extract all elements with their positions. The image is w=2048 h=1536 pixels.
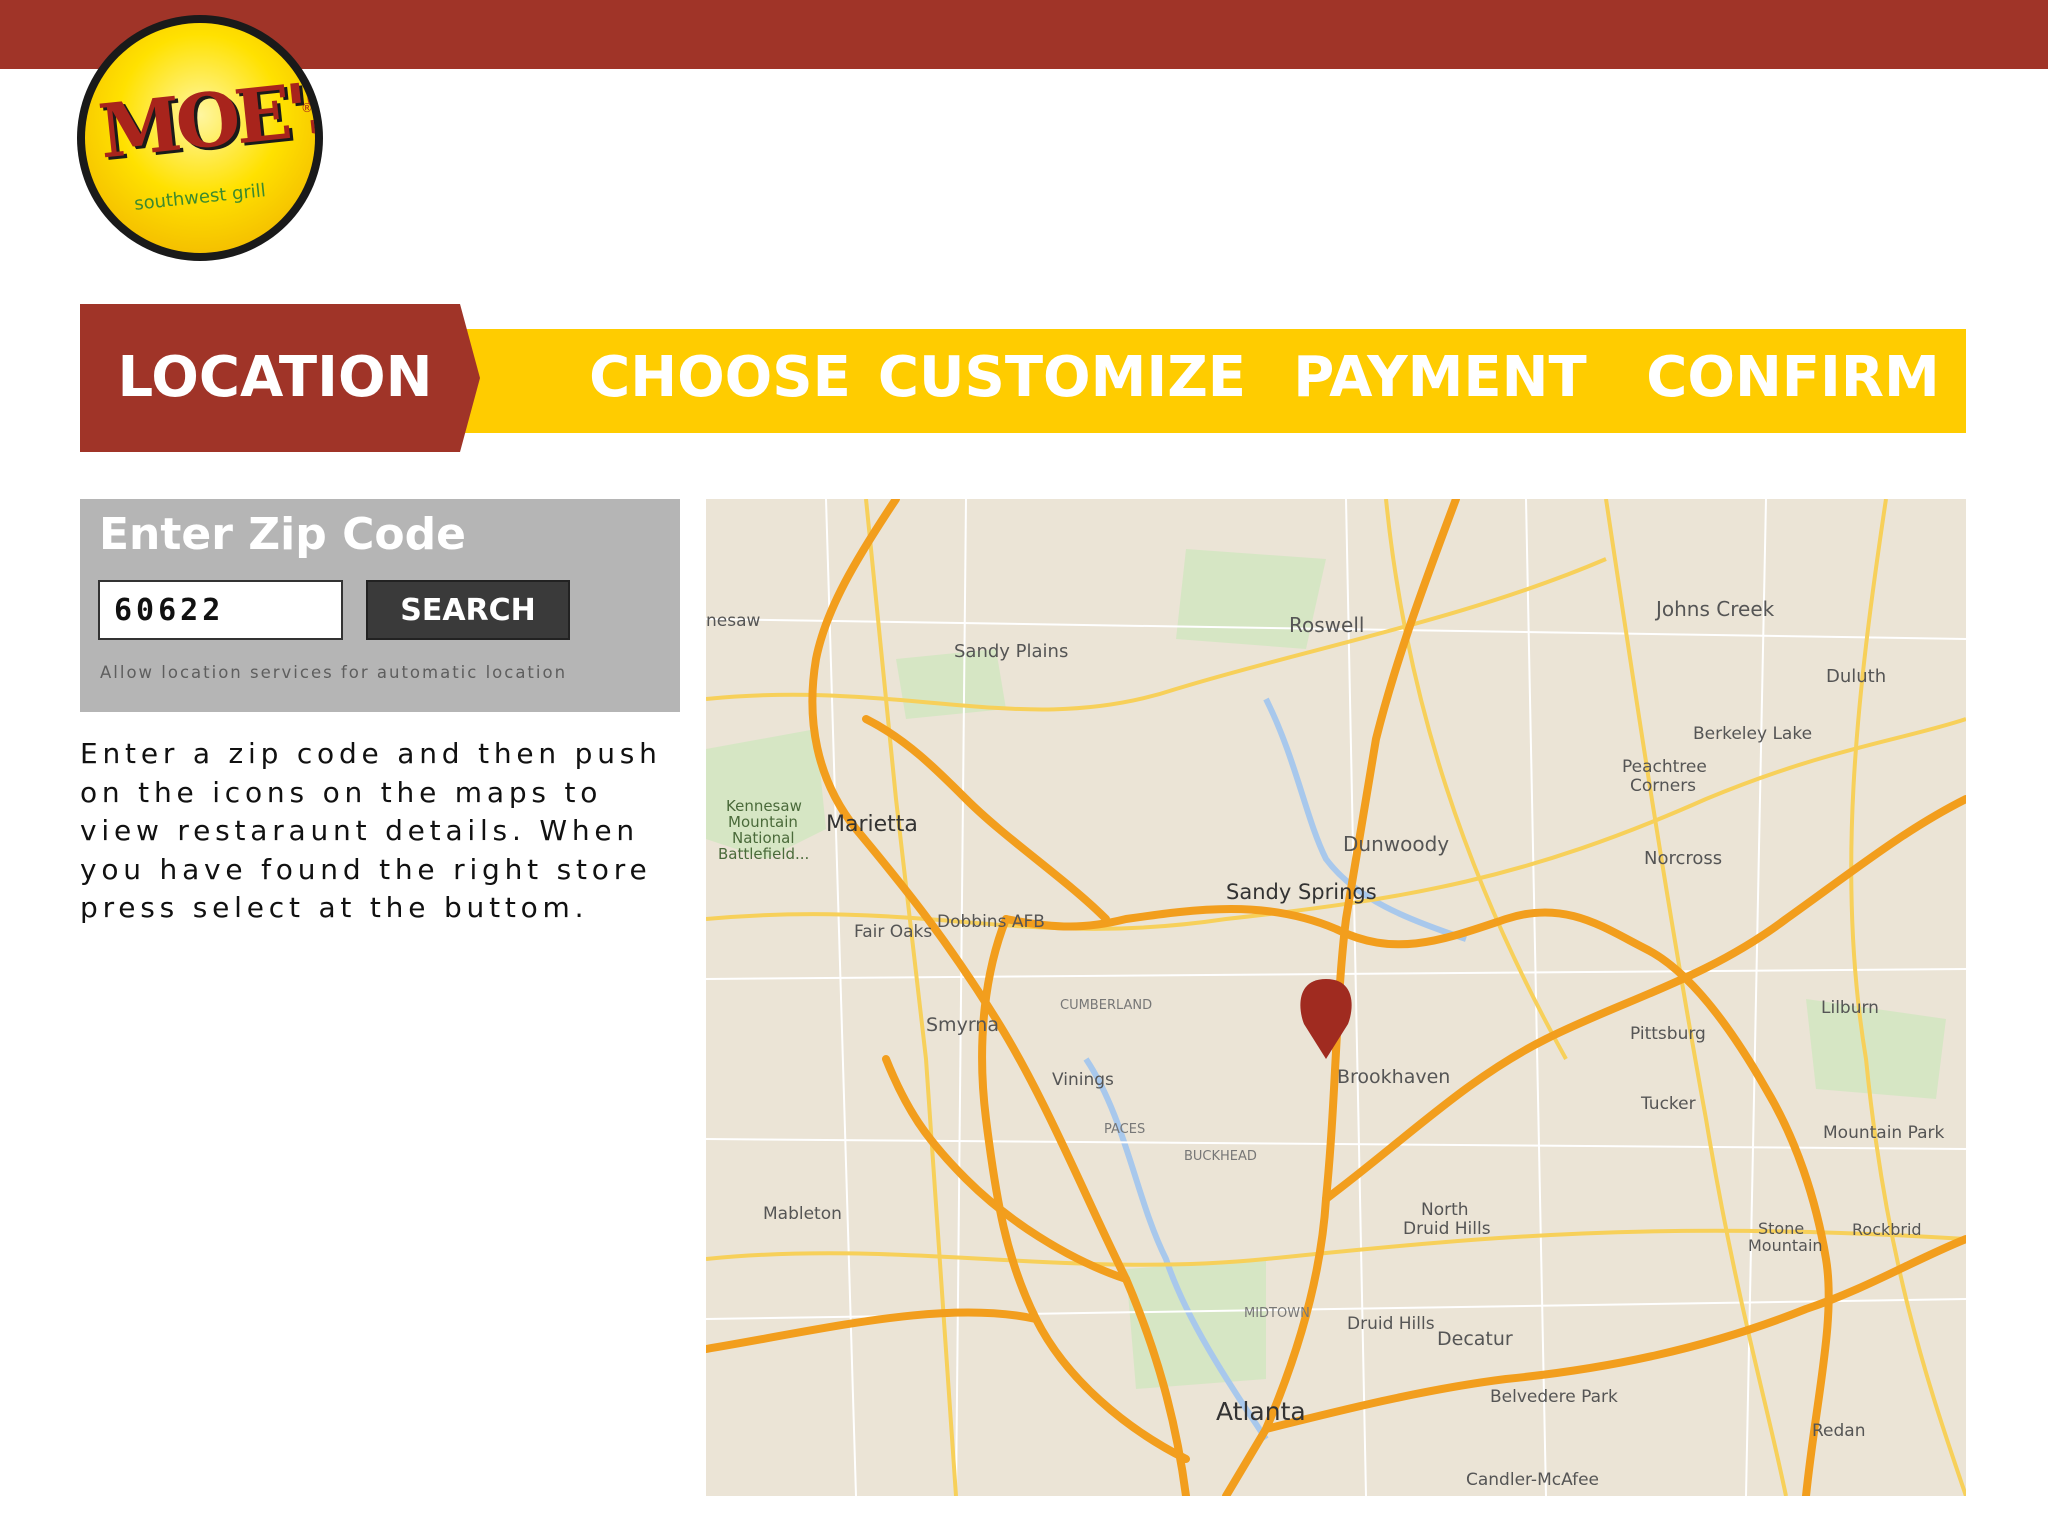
instructions-text: Enter a zip code and then push on the ic… — [80, 737, 662, 924]
svg-text:Mountain Park: Mountain Park — [1823, 1123, 1944, 1143]
top-bar — [0, 0, 2048, 69]
svg-text:Fair Oaks: Fair Oaks — [854, 922, 932, 942]
svg-text:Norcross: Norcross — [1644, 848, 1722, 869]
svg-text:Rockbrid: Rockbrid — [1852, 1220, 1922, 1239]
svg-text:Johns Creek: Johns Creek — [1654, 597, 1775, 621]
svg-text:Pittsburg: Pittsburg — [1630, 1024, 1706, 1044]
map-parks — [706, 549, 1946, 1389]
search-button[interactable]: SEARCH — [366, 580, 570, 640]
map-pin-icon[interactable] — [1300, 979, 1352, 1059]
step-payment[interactable]: PAYMENT — [1260, 304, 1620, 452]
svg-text:Corners: Corners — [1630, 776, 1696, 796]
svg-text:CUMBERLAND: CUMBERLAND — [1060, 998, 1152, 1013]
svg-text:Atlanta: Atlanta — [1216, 1397, 1306, 1426]
moes-logo[interactable]: MOE'S ® southwest grill — [77, 15, 323, 261]
svg-text:BUCKHEAD: BUCKHEAD — [1184, 1149, 1257, 1164]
svg-text:Tucker: Tucker — [1640, 1094, 1696, 1114]
svg-text:Decatur: Decatur — [1437, 1328, 1513, 1350]
location-services-note: Allow location services for automatic lo… — [100, 663, 568, 682]
step-confirm[interactable]: CONFIRM — [1620, 304, 1966, 452]
svg-text:Druid Hills: Druid Hills — [1403, 1219, 1491, 1239]
svg-text:Belvedere Park: Belvedere Park — [1490, 1387, 1618, 1407]
map-marker[interactable] — [1300, 979, 1352, 1059]
svg-text:Battlefield...: Battlefield... — [718, 845, 809, 863]
svg-text:Berkeley Lake: Berkeley Lake — [1693, 724, 1812, 744]
zip-panel: Enter Zip Code SEARCH Allow location ser… — [80, 499, 680, 712]
step-customize[interactable]: CUSTOMIZE — [840, 304, 1284, 452]
step-location[interactable]: LOCATION — [80, 304, 470, 452]
svg-text:Druid Hills: Druid Hills — [1347, 1314, 1435, 1334]
svg-text:Lilburn: Lilburn — [1821, 998, 1879, 1018]
svg-text:Smyrna: Smyrna — [926, 1014, 999, 1036]
svg-text:Brookhaven: Brookhaven — [1337, 1066, 1450, 1088]
svg-text:Duluth: Duluth — [1826, 666, 1886, 687]
zip-title: Enter Zip Code — [99, 509, 466, 560]
svg-text:Peachtree: Peachtree — [1622, 757, 1707, 777]
order-steps: LOCATION CHOOSE CUSTOMIZE PAYMENT CONFIR… — [80, 304, 1966, 452]
svg-text:Sandy Plains: Sandy Plains — [954, 641, 1068, 662]
svg-text:Mableton: Mableton — [763, 1204, 842, 1224]
svg-text:MIDTOWN: MIDTOWN — [1244, 1306, 1310, 1321]
logo-badge: MOE'S ® southwest grill — [85, 23, 315, 253]
svg-text:North: North — [1421, 1200, 1469, 1220]
svg-text:PACES: PACES — [1104, 1122, 1145, 1137]
logo-registered-mark: ® — [301, 101, 313, 115]
zip-input[interactable] — [98, 580, 343, 640]
svg-text:Vinings: Vinings — [1052, 1070, 1114, 1090]
svg-text:nesaw: nesaw — [706, 611, 761, 631]
map-canvas[interactable]: Roswell Johns Creek Duluth Sandy Plains … — [706, 499, 1966, 1496]
svg-text:Mountain: Mountain — [1748, 1236, 1823, 1255]
logo-wordmark: MOE'S — [95, 63, 315, 176]
svg-text:Marietta: Marietta — [826, 812, 918, 837]
svg-text:Dunwoody: Dunwoody — [1343, 832, 1449, 856]
map-view[interactable]: Roswell Johns Creek Duluth Sandy Plains … — [706, 499, 1966, 1496]
logo-tagline: southwest grill — [133, 180, 267, 215]
svg-text:Roswell: Roswell — [1289, 613, 1364, 637]
svg-text:Dobbins AFB: Dobbins AFB — [937, 912, 1045, 932]
svg-text:Sandy Springs: Sandy Springs — [1226, 880, 1377, 904]
svg-text:Redan: Redan — [1812, 1421, 1866, 1441]
svg-text:Candler-McAfee: Candler-McAfee — [1466, 1470, 1599, 1490]
